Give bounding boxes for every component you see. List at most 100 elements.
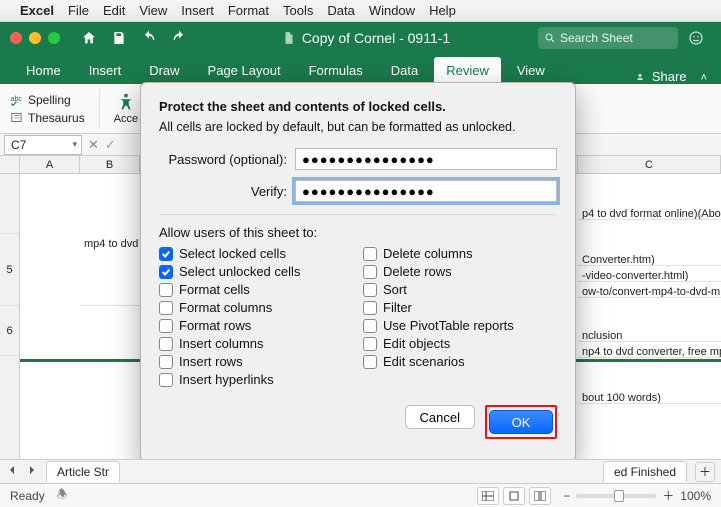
tab-view[interactable]: View — [505, 57, 557, 84]
tab-data[interactable]: Data — [379, 57, 430, 84]
name-box[interactable]: C7 ▾ — [4, 135, 82, 155]
permission-checkbox[interactable]: Format rows — [159, 318, 353, 333]
window-controls[interactable] — [10, 32, 60, 44]
permission-checkbox[interactable]: Select unlocked cells — [159, 264, 353, 279]
tab-home[interactable]: Home — [14, 57, 73, 84]
cell-c-fragment[interactable]: nclusion — [578, 326, 721, 342]
permission-checkbox[interactable]: Edit objects — [363, 336, 557, 351]
tab-formulas[interactable]: Formulas — [297, 57, 375, 84]
permission-checkbox[interactable]: Sort — [363, 282, 557, 297]
cancel-button[interactable]: Cancel — [405, 405, 475, 429]
dialog-subtitle: All cells are locked by default, but can… — [159, 120, 557, 134]
row-header-6[interactable]: 6 — [0, 306, 19, 356]
status-ready: Ready — [10, 489, 45, 503]
permission-checkbox[interactable]: Format columns — [159, 300, 353, 315]
feedback-icon[interactable] — [688, 30, 704, 46]
zoom-value: 100% — [680, 489, 711, 503]
mac-menu-help[interactable]: Help — [429, 3, 456, 18]
permission-checkbox[interactable]: Insert columns — [159, 336, 353, 351]
undo-icon[interactable] — [141, 30, 157, 46]
cell-c-fragment[interactable]: ow-to/convert-mp4-to-dvd-m — [578, 282, 721, 298]
mac-menu-window[interactable]: Window — [369, 3, 415, 18]
search-placeholder: Search Sheet — [560, 31, 633, 45]
name-box-dropdown-icon[interactable]: ▾ — [72, 139, 77, 150]
fullscreen-window-icon[interactable] — [48, 32, 60, 44]
cell-c-fragment[interactable]: p4 to dvd format online)(Abou — [578, 204, 721, 220]
column-header-c[interactable]: C — [578, 156, 721, 173]
tab-insert[interactable]: Insert — [77, 57, 134, 84]
mac-menu-file[interactable]: File — [68, 3, 89, 18]
protect-sheet-dialog: Protect the sheet and contents of locked… — [140, 82, 576, 462]
thesaurus-button[interactable]: Thesaurus — [10, 111, 85, 125]
permission-checkbox[interactable]: Insert rows — [159, 354, 353, 369]
mac-menu-data[interactable]: Data — [327, 3, 354, 18]
mac-menu-appname[interactable]: Excel — [20, 3, 54, 18]
view-page-layout-icon[interactable] — [503, 487, 525, 505]
sheet-nav-next-icon[interactable] — [26, 464, 38, 479]
cell-c-fragment[interactable]: bout 100 words) — [578, 388, 721, 404]
cell-c-fragment[interactable]: np4 to dvd converter, free mp — [578, 342, 721, 358]
verify-input[interactable] — [295, 180, 557, 202]
name-box-value: C7 — [11, 138, 26, 152]
spelling-button[interactable]: abc Spelling — [10, 93, 85, 107]
zoom-in-icon[interactable]: ＋ — [662, 487, 674, 504]
tab-review[interactable]: Review — [434, 57, 501, 84]
redo-icon[interactable] — [171, 30, 187, 46]
close-window-icon[interactable] — [10, 32, 22, 44]
allow-users-label: Allow users of this sheet to: — [159, 225, 557, 240]
mac-menu-tools[interactable]: Tools — [283, 3, 313, 18]
permission-label: Delete columns — [383, 246, 473, 261]
status-bar: Ready 🕭 − ＋ 100% — [0, 483, 721, 507]
view-page-break-icon[interactable] — [529, 487, 551, 505]
share-button[interactable]: Share — [634, 69, 687, 84]
column-header-a[interactable]: A — [20, 156, 80, 173]
mac-menu-view[interactable]: View — [139, 3, 167, 18]
ribbon-tabs: Home Insert Draw Page Layout Formulas Da… — [0, 54, 721, 84]
add-sheet-button[interactable]: ＋ — [695, 462, 715, 482]
permission-checkbox[interactable]: Delete columns — [363, 246, 557, 261]
accessibility-button[interactable]: Acce — [114, 91, 138, 126]
tab-draw[interactable]: Draw — [137, 57, 191, 84]
mac-menu-edit[interactable]: Edit — [103, 3, 125, 18]
collapse-ribbon-icon[interactable]: ˄ — [701, 72, 707, 84]
cell-c-fragment[interactable]: -video-converter.html) — [578, 266, 721, 282]
permission-label: Use PivotTable reports — [383, 318, 514, 333]
zoom-out-icon[interactable]: − — [563, 489, 570, 503]
document-icon — [282, 31, 296, 45]
permission-label: Edit objects — [383, 336, 450, 351]
save-icon[interactable] — [111, 30, 127, 46]
accessibility-status-icon[interactable]: 🕭 — [57, 485, 68, 506]
mac-menu-insert[interactable]: Insert — [181, 3, 214, 18]
permission-label: Select locked cells — [179, 246, 286, 261]
titlebar: Copy of Cornel - 0911-1 Search Sheet — [0, 22, 721, 54]
sheet-tab-bar: Article Str ed Finished ＋ — [0, 459, 721, 483]
cell-c-fragment[interactable]: Converter.htm) — [578, 250, 721, 266]
verify-label: Verify: — [159, 184, 287, 199]
permission-checkbox[interactable]: Use PivotTable reports — [363, 318, 557, 333]
column-header-b[interactable]: B — [80, 156, 140, 173]
sheet-tab-2[interactable]: ed Finished — [603, 461, 687, 482]
permission-checkbox[interactable]: Edit scenarios — [363, 354, 557, 369]
confirm-formula-icon[interactable]: ✓ — [105, 137, 116, 153]
sheet-nav-prev-icon[interactable] — [6, 464, 18, 479]
view-normal-icon[interactable] — [477, 487, 499, 505]
permission-checkbox[interactable]: Insert hyperlinks — [159, 372, 353, 387]
tab-page-layout[interactable]: Page Layout — [196, 57, 293, 84]
permission-checkbox[interactable]: Select locked cells — [159, 246, 353, 261]
search-icon — [544, 32, 556, 44]
row-header-5[interactable]: 5 — [0, 234, 19, 306]
search-sheet-input[interactable]: Search Sheet — [538, 27, 678, 49]
minimize-window-icon[interactable] — [29, 32, 41, 44]
permission-checkbox[interactable]: Format cells — [159, 282, 353, 297]
zoom-slider[interactable] — [576, 494, 656, 498]
permission-checkbox[interactable]: Delete rows — [363, 264, 557, 279]
zoom-control[interactable]: − ＋ 100% — [563, 487, 711, 504]
mac-menu-format[interactable]: Format — [228, 3, 269, 18]
permission-checkbox[interactable]: Filter — [363, 300, 557, 315]
home-icon[interactable] — [81, 30, 97, 46]
password-input[interactable] — [295, 148, 557, 170]
ok-button[interactable]: OK — [489, 410, 553, 434]
cancel-formula-icon[interactable]: ✕ — [88, 137, 99, 153]
permission-label: Select unlocked cells — [179, 264, 300, 279]
sheet-tab-1[interactable]: Article Str — [46, 461, 120, 482]
